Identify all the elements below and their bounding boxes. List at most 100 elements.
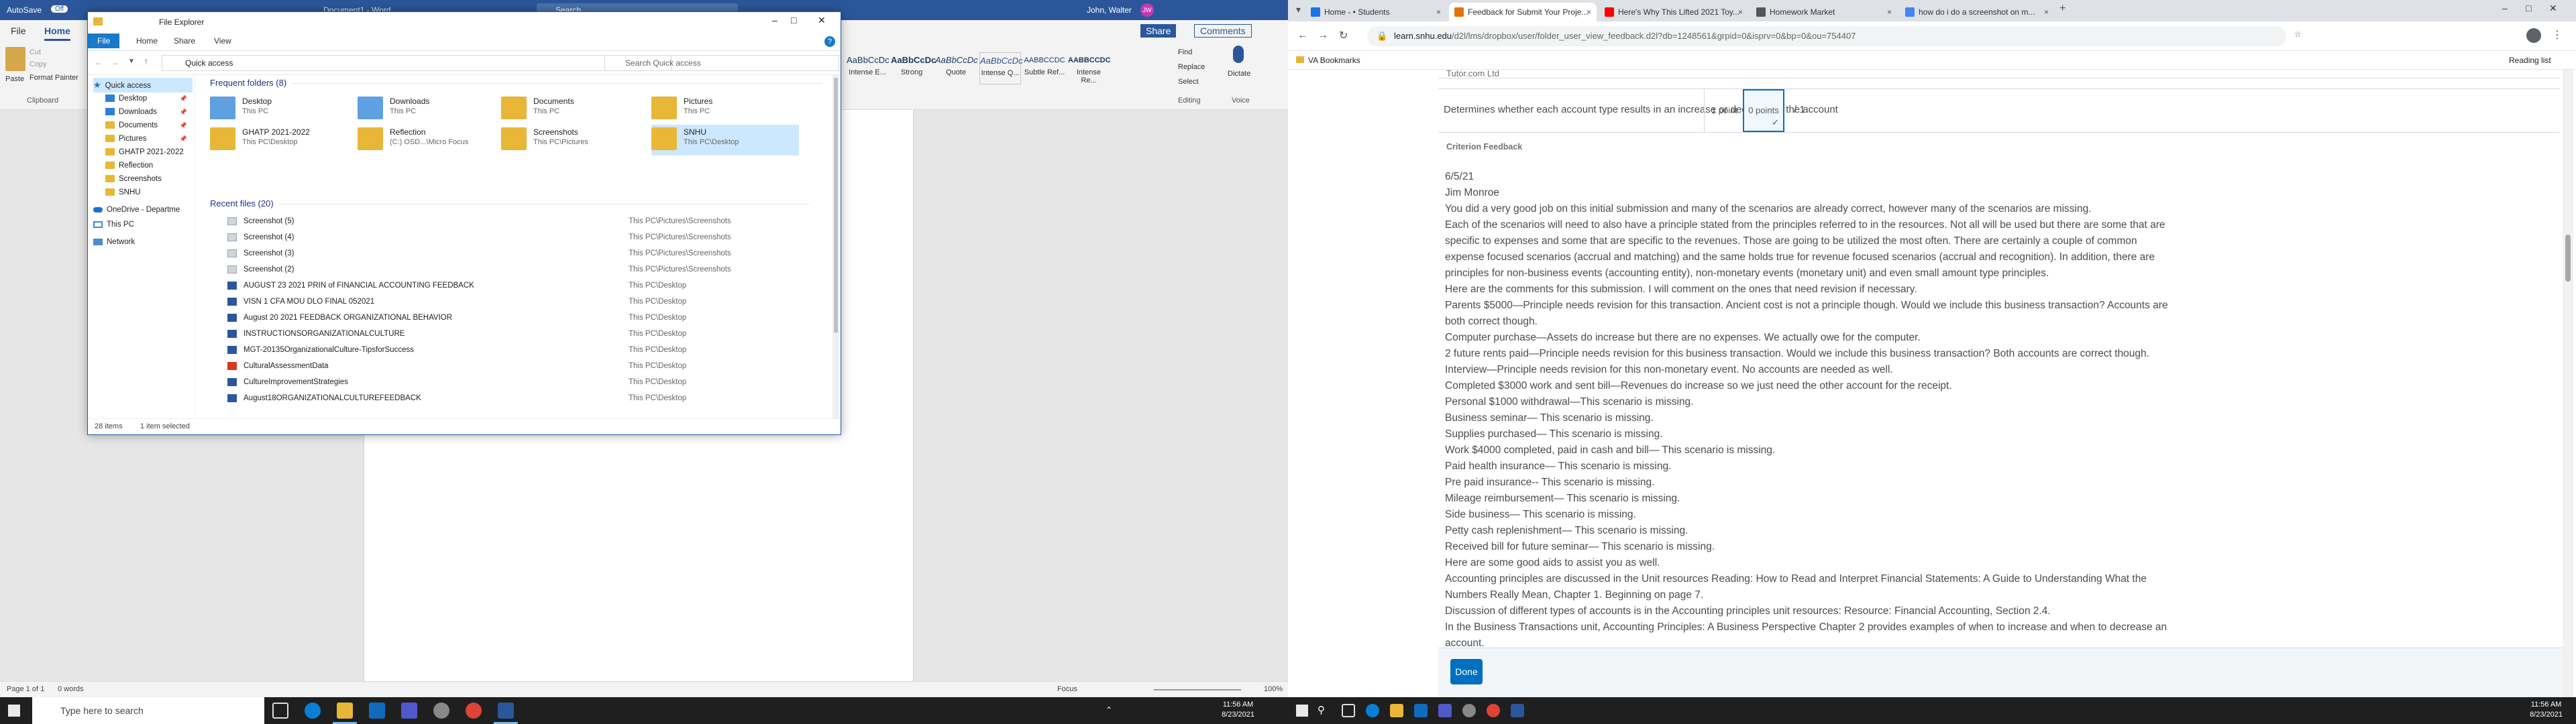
level-0-points[interactable]: 0 points ✓ <box>1743 89 1784 132</box>
close-tab-icon[interactable]: × <box>1738 3 1743 21</box>
frequent-folders-header[interactable]: Frequent folders (8) <box>210 78 822 88</box>
frequent-folder-reflection[interactable]: Reflection (C:) OSD...\Micro Focus <box>358 125 505 156</box>
browser-tab[interactable]: Here's Why This Lifted 2021 Toy... × <box>1599 3 1748 21</box>
task-view-icon[interactable] <box>272 703 288 719</box>
frequent-folder-documents[interactable]: Documents This PC <box>501 94 649 125</box>
maximize-icon[interactable]: □ <box>791 15 796 25</box>
profile-avatar[interactable] <box>2526 28 2541 43</box>
share-button[interactable]: Share <box>1140 24 1177 38</box>
bookmark-va[interactable]: VA Bookmarks <box>1308 51 1360 70</box>
tray-chevron-icon[interactable]: ⌃ <box>1106 705 1112 715</box>
search-icon[interactable]: ⚲ <box>1318 704 1325 716</box>
new-tab-icon[interactable]: + <box>2059 3 2065 15</box>
settings-icon[interactable] <box>433 703 449 719</box>
sidebar-item-this-pc[interactable]: This PC <box>93 217 193 232</box>
word-icon[interactable] <box>1511 704 1524 717</box>
sidebar-item-pictures[interactable]: Pictures 📌 <box>105 131 191 146</box>
autosave-toggle[interactable]: Off <box>51 5 68 13</box>
maximize-icon[interactable]: □ <box>2526 3 2531 13</box>
cut-button[interactable]: Cut <box>30 48 41 56</box>
back-icon[interactable]: ← <box>1297 29 1308 42</box>
recent-file-row[interactable]: AUGUST 23 2021 PRIN of FINANCIAL ACCOUNT… <box>197 278 833 294</box>
sidebar-item-downloads[interactable]: Downloads 📌 <box>105 105 191 119</box>
close-icon[interactable]: ✕ <box>2549 3 2557 14</box>
minimize-icon[interactable]: – <box>2502 3 2508 13</box>
close-tab-icon[interactable]: × <box>1436 3 1441 21</box>
edge-icon[interactable] <box>1366 704 1379 717</box>
sidebar-item-reflection[interactable]: Reflection <box>105 158 191 173</box>
page-scrollbar[interactable] <box>2563 70 2573 697</box>
bookmark-star-icon[interactable]: ☆ <box>2294 29 2302 39</box>
recent-dropdown-icon[interactable]: ▼ <box>128 58 135 65</box>
sidebar-item-ghatp-2021-2022[interactable]: GHATP 2021-2022 <box>105 145 191 160</box>
recent-file-row[interactable]: Screenshot (2) This PC\Pictures\Screensho… <box>197 261 833 278</box>
browser-tab[interactable]: how do i do a screenshot on m... × <box>1900 3 2054 21</box>
minimize-icon[interactable]: – <box>772 15 777 25</box>
browser-tab[interactable]: Home - • Students × <box>1305 3 1446 21</box>
comments-button[interactable]: Comments <box>1194 24 1252 38</box>
close-tab-icon[interactable]: × <box>2044 3 2049 21</box>
recent-file-row[interactable]: August18ORGANIZATIONALCULTUREFEEDBACK Thi… <box>197 390 833 406</box>
address-bar[interactable]: Quick access <box>162 55 672 71</box>
level-1-point[interactable]: 1 point <box>1704 89 1744 132</box>
recent-file-row[interactable]: CulturalAssessmentData This PC\Desktop <box>197 358 833 374</box>
outlook-icon[interactable] <box>369 703 385 719</box>
frequent-folder-downloads[interactable]: Downloads This PC <box>358 94 505 125</box>
word-icon[interactable] <box>498 703 514 719</box>
forward-icon[interactable]: → <box>111 58 119 67</box>
address-bar[interactable]: 🔒 learn.snhu.edu/d2l/lms/dropbox/user/fo… <box>1367 26 2286 46</box>
microphone-icon[interactable] <box>1233 46 1244 63</box>
find-button[interactable]: Find <box>1178 48 1192 56</box>
scroll-thumb[interactable] <box>2565 235 2571 282</box>
tab-search-icon[interactable]: ▾ <box>1296 4 1301 15</box>
reload-icon[interactable]: ↻ <box>1339 29 1348 42</box>
windows-start-icon[interactable] <box>8 705 20 717</box>
sidebar-item-snhu[interactable]: SNHU <box>105 185 191 200</box>
forward-icon[interactable]: → <box>1318 29 1328 42</box>
replace-button[interactable]: Replace <box>1178 63 1205 71</box>
zoom-level[interactable]: 100% <box>1264 685 1283 693</box>
recent-file-row[interactable]: August 20 2021 FEEDBACK ORGANIZATIONAL B… <box>197 310 833 326</box>
recent-files-header[interactable]: Recent files (20) <box>210 198 809 208</box>
close-tab-icon[interactable]: × <box>1587 3 1591 21</box>
recent-file-row[interactable]: INSTRUCTIONSORGANIZATIONALCULTURE This PC… <box>197 326 833 342</box>
back-icon[interactable]: ← <box>95 58 103 67</box>
chrome-icon[interactable] <box>1487 704 1500 717</box>
recent-file-row[interactable]: MGT-20135OrganizationalCulture-TipsforSu… <box>197 342 833 358</box>
sidebar-item-documents[interactable]: Documents 📌 <box>105 118 191 133</box>
style-strong[interactable]: AaBbCcDc Strong <box>891 52 936 84</box>
frequent-folder-ghatp-2021-2022[interactable]: GHATP 2021-2022 This PC\Desktop <box>210 125 358 156</box>
user-avatar[interactable]: JW <box>1140 3 1154 17</box>
task-view-icon[interactable] <box>1342 704 1355 717</box>
system-clock[interactable]: 11:56 AM 8/23/2021 <box>1222 700 1254 720</box>
file-explorer-icon[interactable] <box>1390 704 1403 717</box>
style-intense-emphasis[interactable]: AaBbCcDc Intense E... <box>847 52 890 84</box>
system-clock[interactable]: 11:56 AM 8/23/2021 <box>2530 700 2563 720</box>
style-quote[interactable]: AaBbCcDc Quote <box>935 52 978 84</box>
taskbar-search[interactable]: Type here to search <box>32 697 264 724</box>
recent-file-row[interactable]: VISN 1 CFA MOU DLO FINAL 052021 This PC\D… <box>197 294 833 310</box>
settings-icon[interactable] <box>1462 704 1476 717</box>
close-icon[interactable]: ✕ <box>818 15 826 26</box>
copy-button[interactable]: Copy <box>30 60 47 68</box>
search-input[interactable]: Search Quick access <box>604 55 839 71</box>
tab-file[interactable]: File <box>11 25 26 36</box>
style-intense-quote[interactable]: AaBbCcDc Intense Q... <box>979 52 1023 84</box>
select-button[interactable]: Select <box>1178 78 1199 86</box>
scroll-thumb[interactable] <box>834 78 838 333</box>
frequent-folder-pictures[interactable]: Pictures This PC <box>651 94 799 125</box>
focus-button[interactable]: Focus <box>1057 685 1077 693</box>
frequent-folder-snhu[interactable]: SNHU This PC\Desktop <box>651 125 799 156</box>
tab-home[interactable]: Home <box>136 36 158 46</box>
format-painter-button[interactable]: Format Painter <box>30 74 78 82</box>
sidebar-item-onedrive-departme[interactable]: OneDrive - Departme <box>93 202 193 217</box>
style-subtle-reference[interactable]: AABBCCDC Subtle Ref... <box>1024 52 1065 84</box>
reading-list[interactable]: Reading list <box>2509 51 2551 70</box>
recent-file-row[interactable]: Screenshot (5) This PC\Pictures\Screensho… <box>197 213 833 229</box>
teams-icon[interactable] <box>1438 704 1452 717</box>
paste-button[interactable]: Paste <box>5 75 24 83</box>
teams-icon[interactable] <box>401 703 417 719</box>
zoom-slider[interactable] <box>1154 689 1241 690</box>
sidebar-item-quick-access[interactable]: ★ Quick access <box>93 78 193 93</box>
edge-icon[interactable] <box>305 703 321 719</box>
